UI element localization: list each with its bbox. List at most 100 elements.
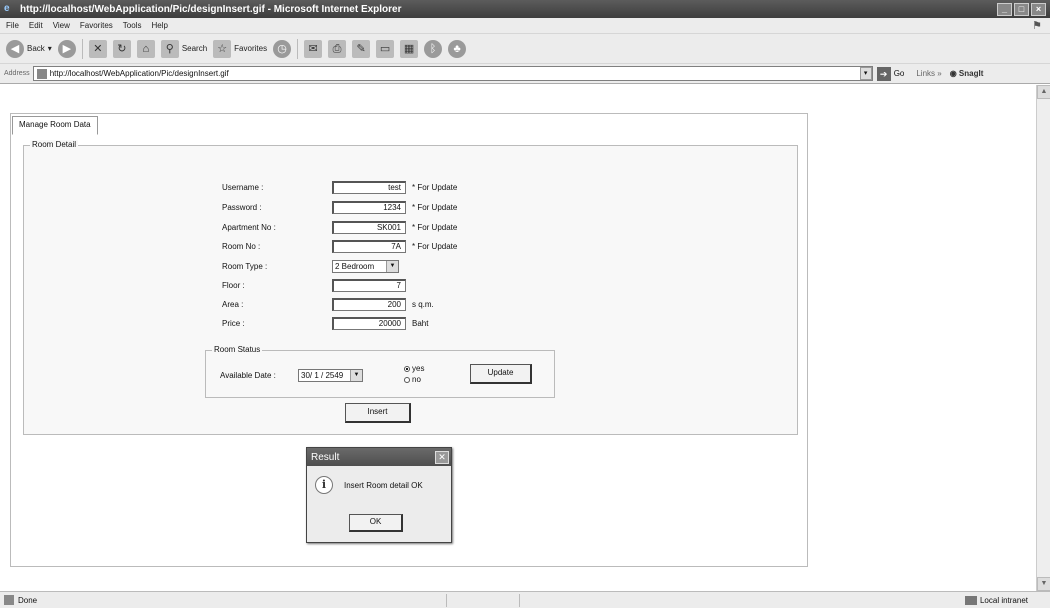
research-button[interactable]: ▦ xyxy=(400,39,419,58)
discuss-icon: ▭ xyxy=(376,39,395,58)
search-button[interactable]: ⚲ Search xyxy=(160,39,207,58)
dropdown-icon: ▾ xyxy=(47,44,52,53)
update-button[interactable]: Update xyxy=(470,364,532,384)
room-type-label: Room Type : xyxy=(222,262,268,271)
status-divider xyxy=(446,593,448,607)
radio-no-label: no xyxy=(412,375,421,384)
window-title: http://localhost/WebApplication/Pic/desi… xyxy=(20,3,402,15)
stop-button[interactable]: ✕ xyxy=(88,39,107,58)
field-row-room-type: Room Type : 2 Bedroom ▼ xyxy=(222,260,399,273)
messenger-button[interactable]: ♣ xyxy=(448,39,467,58)
back-arrow-icon: ◀ xyxy=(6,39,24,58)
password-input[interactable]: 1234 xyxy=(332,201,406,214)
history-button[interactable]: ◷ xyxy=(273,39,292,58)
address-dropdown-icon[interactable]: ▾ xyxy=(859,67,872,80)
home-button[interactable]: ⌂ xyxy=(136,39,155,58)
back-button[interactable]: ◀ Back ▾ xyxy=(6,39,52,58)
available-date-row: Available Date : 30/ 1 / 2549 ▼ xyxy=(220,369,363,382)
security-zone: Local intranet xyxy=(964,595,1028,605)
ok-button[interactable]: OK xyxy=(349,514,403,532)
bluetooth-button[interactable]: ᛒ xyxy=(424,39,443,58)
room-no-note: * For Update xyxy=(412,242,458,251)
radio-no[interactable]: no xyxy=(404,375,421,384)
field-row-username: Username : test * For Update xyxy=(222,181,457,194)
field-row-price: Price : 20000 Baht xyxy=(222,317,428,330)
tab-manage-room-data[interactable]: Manage Room Data xyxy=(12,116,98,135)
scroll-up-icon[interactable]: ▲ xyxy=(1037,85,1050,99)
menu-file[interactable]: File xyxy=(6,21,19,30)
menu-help[interactable]: Help xyxy=(151,21,167,30)
price-input[interactable]: 20000 xyxy=(332,317,406,330)
chevron-down-icon[interactable]: ▼ xyxy=(386,261,398,272)
print-button[interactable]: ⎙ xyxy=(328,39,347,58)
apartment-no-note: * For Update xyxy=(412,223,458,232)
radio-no-circle[interactable] xyxy=(404,376,410,383)
room-no-input[interactable]: 7A xyxy=(332,240,406,253)
ie-logo-icon: e xyxy=(4,3,10,14)
snagit-label: SnagIt xyxy=(958,69,984,78)
edit-icon: ✎ xyxy=(352,39,371,58)
username-label: Username : xyxy=(222,183,264,192)
room-status-legend: Room Status xyxy=(212,345,263,354)
edit-button[interactable]: ✎ xyxy=(352,39,371,58)
apartment-no-input[interactable]: SK001 xyxy=(332,221,406,234)
snagit-button[interactable]: ◉ SnagIt xyxy=(950,69,984,78)
favorites-button[interactable]: ☆ Favorites xyxy=(213,39,267,58)
room-type-select[interactable]: 2 Bedroom ▼ xyxy=(332,260,399,273)
field-row-password: Password : 1234 * For Update xyxy=(222,201,457,214)
menu-bar: File Edit View Favorites Tools Help ⚑ xyxy=(0,18,1050,34)
go-label: Go xyxy=(893,69,905,78)
maximize-button[interactable]: □ xyxy=(1014,2,1029,16)
page-icon xyxy=(36,68,47,79)
address-input[interactable]: http://localhost/WebApplication/Pic/desi… xyxy=(32,66,873,81)
mail-button[interactable]: ✉ xyxy=(304,39,323,58)
area-input[interactable]: 200 xyxy=(332,298,406,311)
back-label: Back xyxy=(27,44,45,53)
password-note: * For Update xyxy=(412,203,458,212)
address-bar: Address http://localhost/WebApplication/… xyxy=(0,64,1050,84)
dialog-close-icon[interactable]: ✕ xyxy=(435,450,449,464)
area-unit: s q.m. xyxy=(412,300,434,309)
minimize-button[interactable]: _ xyxy=(997,2,1012,16)
address-label: Address xyxy=(4,70,30,77)
status-divider xyxy=(519,593,521,607)
forward-arrow-icon: ▶ xyxy=(57,39,76,58)
field-row-floor: Floor : 7 xyxy=(222,279,406,292)
available-date-value: 30/ 1 / 2549 xyxy=(301,371,344,380)
dialog-title: Result xyxy=(311,451,340,463)
windows-flag-icon: ⚑ xyxy=(1032,20,1042,32)
insert-button[interactable]: Insert xyxy=(345,403,411,423)
intranet-icon xyxy=(964,595,977,605)
search-icon: ⚲ xyxy=(160,39,179,58)
window-titlebar: e http://localhost/WebApplication/Pic/de… xyxy=(0,0,1050,18)
menu-view[interactable]: View xyxy=(53,21,70,30)
room-type-value: 2 Bedroom xyxy=(335,262,375,271)
bluetooth-icon: ᛒ xyxy=(424,39,443,58)
window-controls: _ □ × xyxy=(997,2,1050,16)
close-button[interactable]: × xyxy=(1031,2,1046,16)
menu-tools[interactable]: Tools xyxy=(123,21,142,30)
scroll-down-icon[interactable]: ▼ xyxy=(1037,577,1050,591)
status-bar: Done Local intranet xyxy=(0,591,1050,608)
radio-yes-circle[interactable] xyxy=(404,365,410,372)
address-url: http://localhost/WebApplication/Pic/desi… xyxy=(49,69,229,78)
username-input[interactable]: test xyxy=(332,181,406,194)
room-no-label: Room No : xyxy=(222,242,261,251)
forward-button[interactable]: ▶ xyxy=(57,39,76,58)
menu-edit[interactable]: Edit xyxy=(29,21,43,30)
menu-favorites[interactable]: Favorites xyxy=(80,21,113,30)
links-button[interactable]: Links » xyxy=(916,69,941,78)
refresh-button[interactable]: ↻ xyxy=(112,39,131,58)
info-icon: i xyxy=(315,476,333,494)
vertical-scrollbar[interactable]: ▲ ▼ xyxy=(1036,85,1050,591)
chevron-down-icon[interactable]: ▼ xyxy=(350,370,362,381)
available-date-picker[interactable]: 30/ 1 / 2549 ▼ xyxy=(298,369,363,382)
floor-input[interactable]: 7 xyxy=(332,279,406,292)
price-unit: Baht xyxy=(412,319,429,328)
discuss-button[interactable]: ▭ xyxy=(376,39,395,58)
radio-yes[interactable]: yes xyxy=(404,364,424,373)
print-icon: ⎙ xyxy=(328,39,347,58)
result-dialog: Result ✕ i Insert Room detail OK OK xyxy=(306,447,452,543)
password-label: Password : xyxy=(222,203,262,212)
go-button[interactable]: ➔ Go xyxy=(876,66,905,81)
